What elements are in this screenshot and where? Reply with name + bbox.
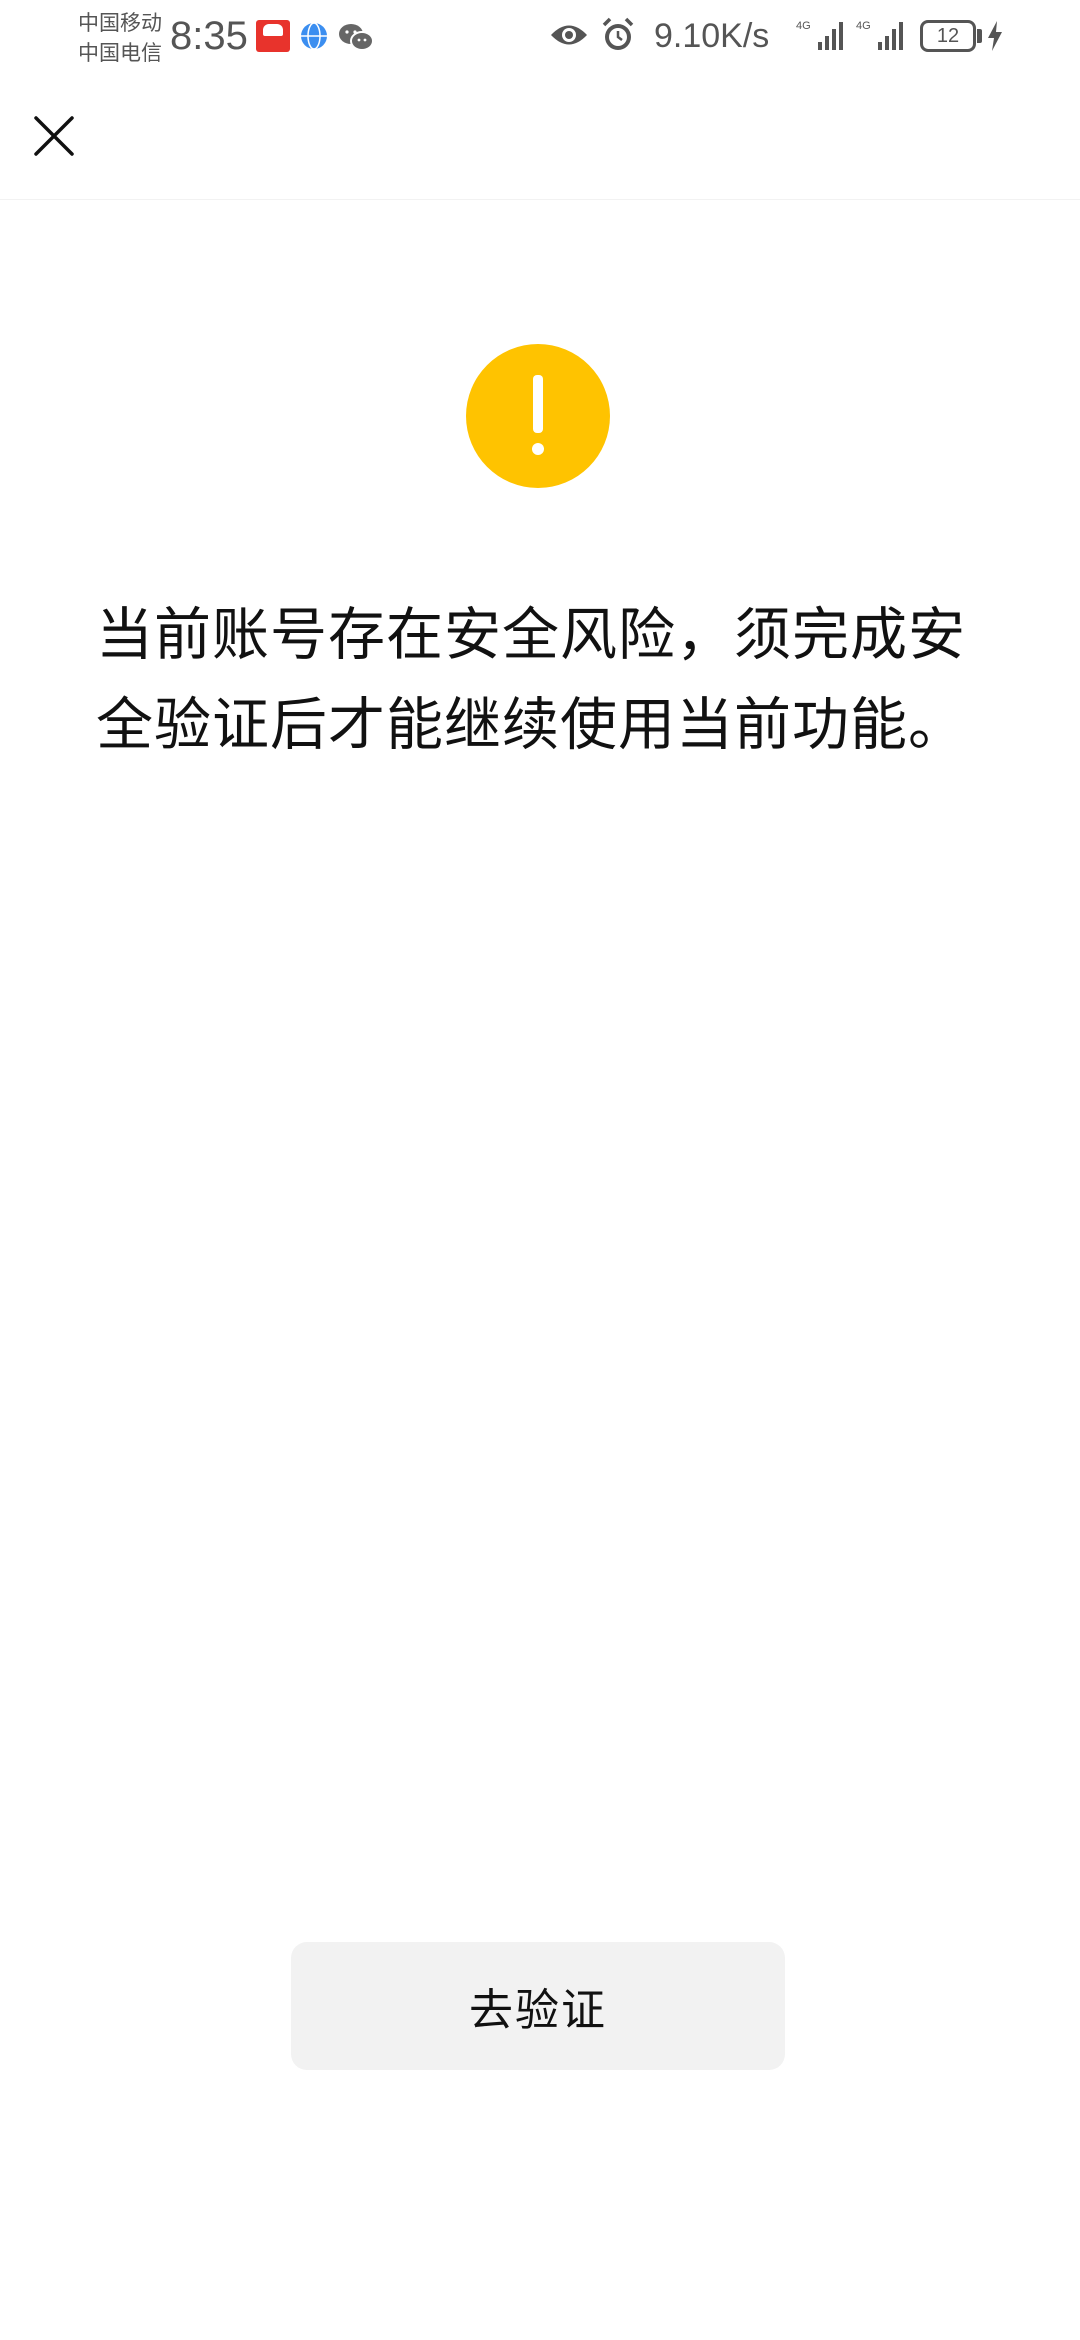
alarm-icon: [602, 17, 634, 50]
signal-1-label: 4G: [796, 20, 811, 32]
network-speed: 9.10K/s: [654, 17, 770, 55]
battery-icon: 12: [920, 20, 976, 52]
exclamation-icon: [466, 344, 610, 488]
close-icon: [34, 116, 74, 156]
carrier-info: 中国移动 中国电信: [78, 8, 170, 68]
wechat-icon: [339, 24, 374, 51]
carrier-2: 中国电信: [78, 41, 162, 65]
verify-button[interactable]: 去验证: [291, 1942, 785, 2070]
signal-icon: 4G: [856, 20, 903, 50]
battery-tip: [977, 29, 982, 43]
status-time: 8:35: [170, 14, 248, 58]
globe-icon: [301, 22, 327, 50]
signal-icon: 4G: [796, 20, 843, 50]
signal-2-label: 4G: [856, 20, 871, 32]
carrier-1: 中国移动: [78, 11, 162, 35]
status-bar: 中国移动 中国电信 8:35 9.10K/s 4G 4G 12: [0, 0, 1080, 72]
nav-bar: [0, 72, 1080, 200]
security-warning-message: 当前账号存在安全风险，须完成安全验证后才能继续使用当前功能。: [96, 602, 966, 758]
close-button[interactable]: [24, 106, 84, 166]
app-badge-icon: [256, 20, 290, 52]
charging-bolt-icon: [988, 21, 1002, 51]
screen: 中国移动 中国电信 8:35 9.10K/s 4G 4G 12 当前账号存在安全…: [0, 0, 1080, 2340]
eye-icon: [551, 25, 587, 45]
